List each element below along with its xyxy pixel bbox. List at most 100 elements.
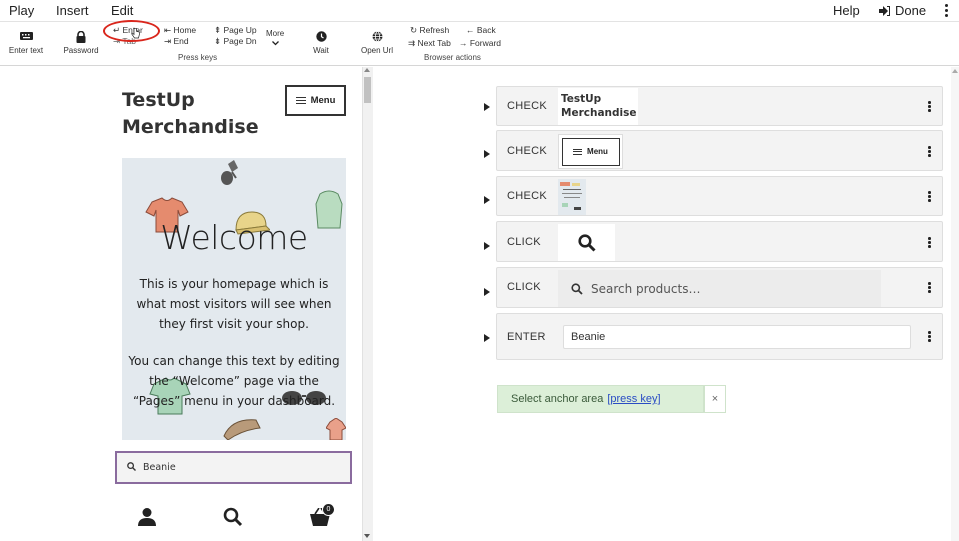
step-expand-icon[interactable] [484, 196, 490, 204]
done-label: Done [895, 3, 927, 18]
hamburger-icon [295, 97, 306, 104]
step-menu-icon[interactable] [928, 146, 931, 158]
close-anchor-button[interactable]: × [704, 385, 726, 413]
anchor-hint-text: Select anchor area [511, 393, 604, 405]
press-key-link[interactable]: [press key] [607, 393, 660, 405]
scroll-up-icon[interactable] [364, 68, 370, 72]
step-snapshot: Search products… [558, 270, 881, 307]
step-row[interactable]: CHECK Menu [496, 130, 943, 171]
clock-icon [306, 31, 336, 43]
search-icon-footer[interactable] [223, 507, 243, 527]
welcome-heading: Welcome [160, 218, 308, 257]
step-row[interactable]: CLICK Search products… [496, 267, 943, 308]
more-keys-label: More [266, 29, 285, 38]
cart-button[interactable]: 0 [309, 500, 339, 528]
cart-count-badge: 0 [322, 503, 335, 516]
password-label: Password [63, 46, 99, 55]
step-menu-icon[interactable] [928, 331, 931, 343]
sunglasses-illustration-icon [221, 160, 238, 185]
forward-button[interactable]: → Forward [459, 38, 501, 48]
done-button[interactable]: Done [879, 3, 926, 18]
site-search-value: Beanie [143, 462, 176, 473]
key-home[interactable]: ⇤ Home [164, 25, 196, 36]
step-keyword: CLICK [507, 236, 541, 248]
search-icon [571, 282, 583, 295]
browser-actions-group-label: Browser actions [424, 53, 481, 62]
preview-scroll-thumb[interactable] [364, 77, 371, 103]
wait-button[interactable]: Wait [306, 31, 336, 55]
top-menu-bar: Play Insert Edit Help Done [0, 0, 959, 22]
step-expand-icon[interactable] [484, 242, 490, 250]
scroll-down-icon[interactable] [364, 534, 370, 538]
step-snapshot [558, 224, 615, 261]
step-keyword: CHECK [507, 190, 548, 202]
step-menu-icon[interactable] [928, 282, 931, 294]
snapshot-menu-button: Menu [561, 137, 620, 166]
tab-edit[interactable]: Edit [111, 3, 133, 18]
step-row[interactable]: CLICK [496, 221, 943, 262]
step-menu-icon[interactable] [928, 237, 931, 249]
keyboard-icon [4, 31, 48, 43]
next-tab-button[interactable]: ⇉ Next Tab [408, 38, 451, 49]
site-search-input[interactable]: Beanie [115, 451, 352, 484]
cursor-hand-icon [131, 28, 140, 39]
back-button[interactable]: ← Back [466, 25, 496, 35]
snapshot-search-placeholder: Search products… [591, 281, 701, 296]
step-expand-icon[interactable] [484, 288, 490, 296]
snapshot-menu-label: Menu [587, 147, 608, 156]
chevron-down-icon [266, 39, 284, 48]
enter-text-label: Enter text [8, 46, 44, 55]
step-expand-icon[interactable] [484, 334, 490, 342]
preview-scrollbar[interactable] [362, 67, 373, 541]
step-snapshot-title: TestUp Merchandise [558, 88, 638, 125]
key-page-up[interactable]: ⇞ Page Up [214, 25, 257, 36]
step-row[interactable]: ENTER Beanie [496, 313, 943, 360]
account-icon[interactable] [137, 507, 157, 527]
step-snapshot: Menu [558, 134, 623, 169]
bag-illustration-icon [223, 419, 261, 440]
steps-scrollbar[interactable] [951, 67, 959, 541]
key-page-down[interactable]: ⇟ Page Dn [214, 36, 257, 47]
site-title[interactable]: TestUp Merchandise [122, 87, 272, 141]
exit-icon [879, 4, 890, 16]
welcome-paragraph-1: This is your homepage which is what most… [136, 277, 332, 331]
globe-icon [356, 31, 398, 43]
tab-insert[interactable]: Insert [56, 3, 89, 18]
step-snapshot-hero-thumbnail [558, 179, 586, 215]
key-end[interactable]: ⇥ End [164, 36, 189, 47]
shirt-illustration-icon [326, 418, 346, 440]
site-menu-label: Menu [310, 95, 336, 106]
help-link[interactable]: Help [833, 3, 860, 18]
step-keyword: CLICK [507, 281, 541, 293]
welcome-paragraph-2: You can change this text by editing the … [128, 354, 340, 408]
scroll-up-icon-right[interactable] [952, 69, 958, 73]
step-expand-icon[interactable] [484, 103, 490, 111]
welcome-hero: Welcome This is your homepage which is w… [122, 158, 346, 440]
step-keyword: ENTER [507, 331, 546, 343]
search-icon [577, 233, 596, 252]
step-value-input[interactable]: Beanie [563, 325, 911, 349]
site-menu-button[interactable]: Menu [285, 85, 346, 116]
step-menu-icon[interactable] [928, 191, 931, 203]
open-url-label: Open Url [360, 46, 393, 55]
hamburger-icon [573, 148, 583, 155]
password-button[interactable]: Password [58, 30, 104, 55]
site-preview-pane[interactable]: TestUp Merchandise Menu Welcome This is … [0, 67, 373, 541]
wait-label: Wait [313, 46, 329, 55]
more-keys-button[interactable]: More [266, 29, 284, 48]
refresh-button[interactable]: ↻ Refresh [410, 25, 449, 36]
step-row[interactable]: CHECK TestUp Merchandise [496, 86, 943, 126]
enter-text-button[interactable]: Enter text [4, 31, 48, 55]
step-keyword: CHECK [507, 100, 548, 112]
hero-thumbnail-icon [560, 182, 582, 210]
press-keys-group-label: Press keys [178, 53, 218, 62]
step-row[interactable]: CHECK [496, 176, 943, 216]
anchor-hint-bar: Select anchor area [press key] [497, 385, 704, 413]
tab-play[interactable]: Play [9, 3, 34, 18]
step-menu-icon[interactable] [928, 101, 931, 113]
lock-icon [58, 30, 104, 43]
more-options-icon[interactable] [945, 4, 949, 19]
step-expand-icon[interactable] [484, 150, 490, 158]
open-url-button[interactable]: Open Url [356, 31, 398, 55]
step-keyword: CHECK [507, 145, 548, 157]
